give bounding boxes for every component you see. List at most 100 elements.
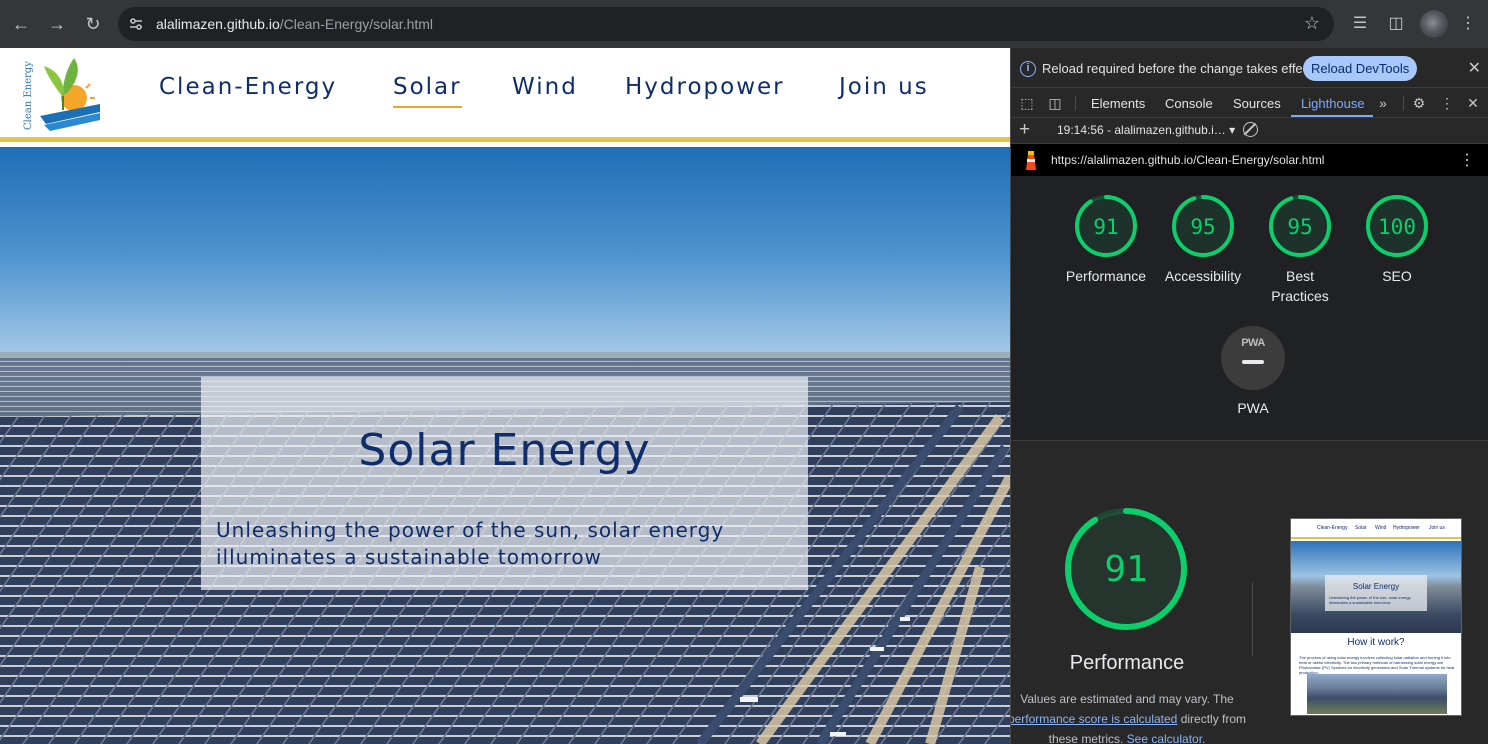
featured-score: 91 (1104, 549, 1147, 590)
gauge-best-practices-label: Best Practices (1271, 268, 1329, 304)
thumb-nav-item: Clean-Energy (1317, 525, 1348, 531)
hero-section: Solar Energy Unleashing the power of the… (0, 147, 1010, 744)
tab-elements[interactable]: Elements (1091, 96, 1145, 111)
nav-solar[interactable]: Solar (393, 74, 462, 108)
gauge-accessibility[interactable]: 95 Accessibility (1155, 194, 1251, 286)
score-calculated-link[interactable]: performance score is calculated (1011, 712, 1177, 726)
report-menu-icon[interactable]: ⋮ (1459, 150, 1475, 170)
browser-toolbar: ← → ↻ alalimazen.github.io/Clean-Energy/… (0, 0, 1488, 48)
thumb-solar-image (1307, 674, 1447, 714)
pwa-badge-text: PWA (1241, 337, 1265, 349)
devtools-tabs: ⬚ ◫ Elements Console Sources Lighthouse … (1011, 88, 1488, 118)
url-path: /Clean-Energy/solar.html (279, 16, 434, 32)
close-devtools-icon[interactable]: ✕ (1463, 93, 1483, 113)
devtools-infobar: i Reload required before the change take… (1011, 48, 1488, 88)
thumb-hero-title: Solar Energy (1352, 582, 1400, 591)
gauge-best-practices-score: 95 (1287, 215, 1312, 239)
gauge-best-practices[interactable]: 95 Best Practices (1252, 194, 1348, 306)
tab-console[interactable]: Console (1165, 96, 1213, 111)
reload-devtools-button[interactable]: Reload DevTools (1303, 56, 1418, 81)
more-tabs-icon[interactable]: » (1373, 93, 1393, 113)
inspect-element-icon[interactable]: ⬚ (1017, 93, 1037, 113)
report-selector-label: 19:14:56 - alalimazen.github.i… (1057, 123, 1226, 137)
url-host: alalimazen.github.io (156, 16, 280, 32)
score-gauges: 91 Performance 95 Accessibility 95 Best … (1011, 176, 1488, 441)
thumb-hero-subtitle: Unleashing the power of the sun, solar e… (1329, 595, 1411, 605)
active-tab-indicator (1291, 115, 1373, 117)
gauge-accessibility-label: Accessibility (1164, 268, 1242, 284)
see-calculator-link[interactable]: See calculator. (1127, 732, 1206, 744)
hero-card: Solar Energy Unleashing the power of the… (201, 377, 808, 590)
thumb-nav-item: Solar (1355, 525, 1367, 531)
featured-gauge-ring: 91 (1065, 508, 1187, 630)
profile-avatar[interactable] (1420, 10, 1448, 38)
address-bar[interactable]: alalimazen.github.io/Clean-Energy/solar.… (118, 7, 1334, 41)
side-panel-icon[interactable]: ◫ (1384, 12, 1408, 36)
hero-subtitle: Unleashing the power of the sun, solar e… (216, 518, 725, 569)
info-icon: i (1020, 61, 1036, 77)
gauge-performance[interactable]: 91 Performance (1058, 194, 1154, 286)
bookmark-star-icon[interactable]: ☆ (1304, 13, 1320, 34)
devtools-menu-icon[interactable]: ⋮ (1437, 93, 1457, 113)
close-icon[interactable]: ✕ (1468, 58, 1481, 78)
gauge-accessibility-score: 95 (1190, 215, 1215, 239)
chrome-menu-icon[interactable]: ⋮ (1456, 12, 1480, 36)
url-text: alalimazen.github.io/Clean-Energy/solar.… (156, 16, 433, 32)
score-note: Values are estimated and may vary. The p… (1011, 689, 1247, 744)
lighthouse-logo-icon (1026, 151, 1036, 170)
settings-gear-icon[interactable]: ⚙ (1409, 93, 1429, 113)
nav-hydropower[interactable]: Hydropower (625, 74, 785, 100)
gauge-seo-score: 100 (1378, 215, 1416, 239)
thumb-hero: Solar Energy Unleashing the power of the… (1291, 541, 1461, 633)
nav-wind[interactable]: Wind (512, 74, 578, 100)
clear-reports-icon[interactable] (1243, 122, 1258, 137)
pwa-badge-icon: PWA (1221, 326, 1285, 390)
forward-icon[interactable]: → (45, 12, 69, 36)
gauge-seo-label: SEO (1382, 268, 1412, 284)
thumb-header: Clean-Energy Solar Wind Hydropower Join … (1291, 519, 1461, 539)
report-url: https://alalimazen.github.io/Clean-Energ… (1051, 153, 1325, 167)
nav-clean-energy[interactable]: Clean-Energy (159, 74, 337, 100)
lighthouse-toolbar: + 19:14:56 - alalimazen.github.i… ▾ (1011, 118, 1488, 144)
back-icon[interactable]: ← (9, 12, 33, 36)
thumb-section-text: The process of using solar energy involv… (1299, 655, 1455, 675)
thumb-nav-item: Wind (1375, 525, 1387, 531)
infobar-message: Reload required before the change takes … (1042, 61, 1317, 76)
gauge-performance-label: Performance (1065, 268, 1147, 284)
devtools-panel: i Reload required before the change take… (1010, 48, 1488, 744)
tab-lighthouse[interactable]: Lighthouse (1301, 96, 1365, 111)
report-url-bar: https://alalimazen.github.io/Clean-Energ… (1011, 144, 1488, 176)
pwa-dash (1242, 360, 1264, 364)
featured-label: Performance (1069, 652, 1185, 674)
thumb-nav-item: Hydropower (1393, 525, 1420, 531)
page-screenshot-thumbnail[interactable]: Clean-Energy Solar Wind Hydropower Join … (1290, 518, 1462, 716)
report-selector[interactable]: 19:14:56 - alalimazen.github.i… ▾ (1057, 123, 1235, 137)
web-page: Clean Energy Clean-Energy Solar Wind Hyd… (0, 48, 1010, 744)
gauge-pwa[interactable]: PWA PWA (1205, 326, 1301, 418)
gauge-pwa-label: PWA (1237, 400, 1269, 416)
media-controls-icon[interactable]: ☰ (1348, 12, 1372, 36)
gauge-best-practices-ring: 95 (1269, 195, 1331, 257)
gauge-accessibility-ring: 95 (1172, 195, 1234, 257)
gauge-seo[interactable]: 100 SEO (1349, 194, 1445, 286)
divider (1075, 96, 1076, 111)
hero-title: Solar Energy (358, 425, 651, 476)
reload-icon[interactable]: ↻ (81, 12, 105, 36)
device-toolbar-icon[interactable]: ◫ (1045, 93, 1065, 113)
nav-join-us[interactable]: Join us (839, 74, 929, 100)
gauge-performance-score: 91 (1093, 215, 1118, 239)
divider (1252, 582, 1253, 656)
tab-sources[interactable]: Sources (1233, 96, 1281, 111)
featured-performance-gauge: 91 (1059, 502, 1193, 641)
gauge-performance-ring: 91 (1075, 195, 1137, 257)
new-report-icon[interactable]: + (1019, 119, 1030, 141)
logo-text: Clean Energy (23, 61, 34, 130)
site-info-icon[interactable] (128, 16, 144, 32)
thumb-nav-item: Join us (1429, 525, 1445, 531)
clean-energy-logo[interactable]: Clean Energy (18, 52, 104, 132)
gauge-seo-ring: 100 (1366, 195, 1428, 257)
thumb-section-title: How it work? (1347, 637, 1405, 648)
site-header: Clean Energy Clean-Energy Solar Wind Hyd… (0, 48, 1010, 142)
divider (1403, 96, 1404, 111)
thumb-hero-card: Solar Energy Unleashing the power of the… (1325, 575, 1427, 611)
